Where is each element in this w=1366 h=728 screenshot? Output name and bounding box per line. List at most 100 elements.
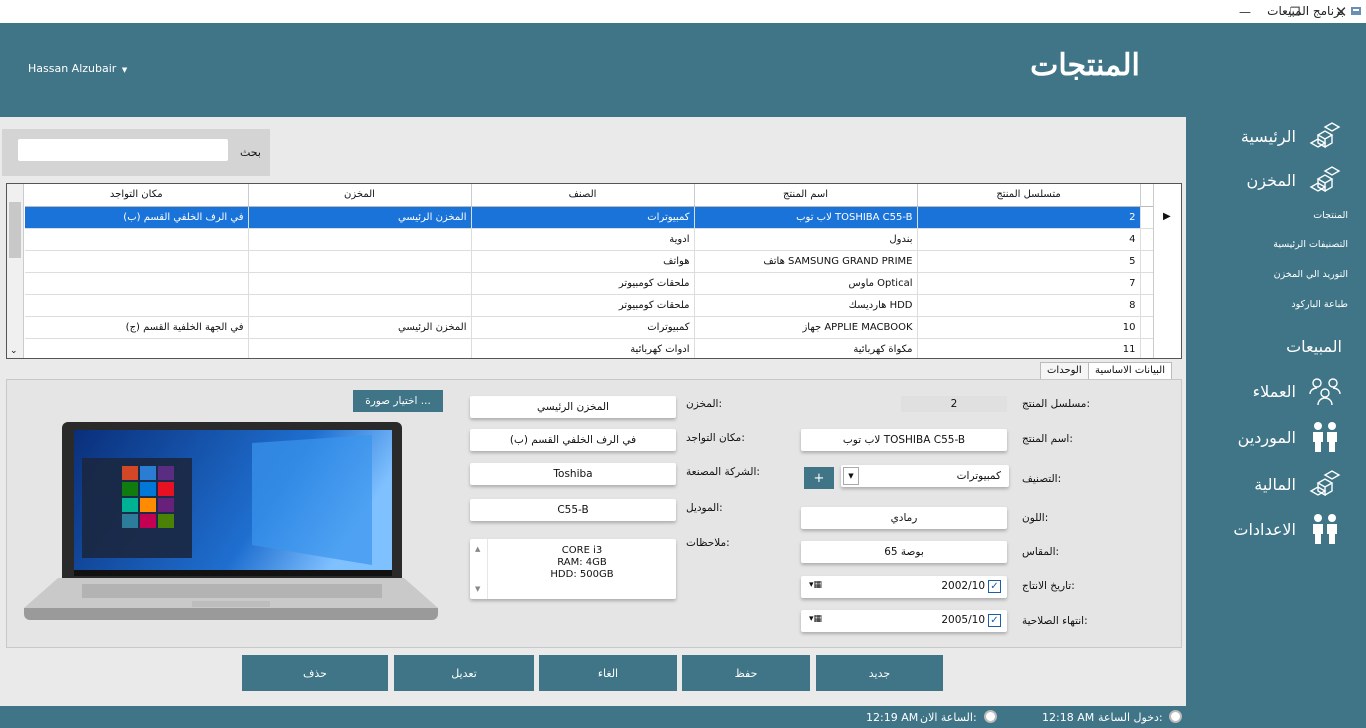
table-row[interactable]: ملحقات كومبيوتر ماوس Optical 7 [25,272,1160,295]
category-select[interactable]: كمبيوترات ▼ [841,465,1009,487]
sidebar-item-label: الموردين [1237,427,1296,447]
color-label: اللون: [1022,512,1049,524]
sidebar-item-home[interactable]: الرئيسية [1241,121,1342,151]
table-row[interactable]: ملحقات كومبيوتر هارديسك HDD 8 [25,294,1160,317]
save-button[interactable]: حفظ [682,655,810,691]
sidebar-item-label: المالية [1254,474,1296,494]
edit-button[interactable]: تعديل [394,655,534,691]
calendar-icon[interactable]: ▾▦ [809,614,822,624]
production-label: تاريخ الانتاج: [1022,580,1075,592]
table-cell: 4 [917,228,1141,251]
choose-image-button[interactable]: اختيار صورة ... [353,390,443,412]
expiry-date-picker[interactable]: ▾▦ 2005/10 ✓ [801,610,1007,632]
table-cell [25,250,249,273]
column-header[interactable]: مكان التواجد [25,184,249,207]
color-field[interactable]: رمادي [801,507,1007,529]
sidebar-subitem-barcode[interactable]: طباعة الباركود [1291,299,1348,310]
dropdown-arrow-icon[interactable]: ▼ [843,467,859,485]
people-icon [1308,514,1342,544]
sidebar-item-customers[interactable]: العملاء [1253,376,1342,406]
location-field[interactable]: في الرف الخلفي القسم (ب) [470,429,676,451]
delete-button[interactable]: حذف [242,655,388,691]
category-label: التصنيف: [1022,473,1062,485]
chevron-down-icon: ▼ [121,66,128,74]
store-field[interactable]: المخزن الرئيسي [470,396,676,418]
table-row[interactable]: في الجهة الخلفية القسم (ج) المخزن الرئيسي… [25,316,1160,339]
column-header[interactable]: متسلسل المنتج [917,184,1141,207]
sidebar-item-finance[interactable]: المالية [1254,469,1342,499]
close-button[interactable]: ✕ [1318,0,1364,23]
table-cell: 8 [917,294,1141,317]
notes-field[interactable]: ▲ ▼ CORE i3 RAM: 4GB HDD: 500GB [470,539,676,599]
size-field[interactable]: 65 بوصة [801,541,1007,563]
page-title: المنتجات [1030,48,1140,83]
search-input[interactable] [18,139,228,161]
sidebar-subitem-categories[interactable]: التصنيفات الرئيسية [1273,239,1348,250]
notes-line: RAM: 4GB [557,557,607,568]
table-cell: هواتف [471,250,695,273]
boxes-icon [1308,121,1342,151]
notes-label: ملاحظات: [686,537,730,549]
people-icon [1308,422,1342,452]
status-bar: دخول الساعة: 12:18 AM الساعة الان: 12:19… [0,706,1186,728]
store-label: المخزن: [686,398,723,410]
minimize-button[interactable]: — [1222,0,1268,23]
category-value: كمبيوترات [956,470,1001,482]
table-row[interactable]: هواتف هاتف SAMSUNG GRAND PRIME 5 [25,250,1160,273]
table-cell: في الجهة الخلفية القسم (ج) [25,316,249,339]
table-cell: هاتف SAMSUNG GRAND PRIME [694,250,918,273]
table-row[interactable]: ادوية بندول 4 [25,228,1160,251]
name-field[interactable]: لاب توب TOSHIBA C55-B [801,429,1007,451]
calendar-icon[interactable]: ▾▦ [809,580,822,590]
table-cell [248,294,472,317]
column-header[interactable]: المخزن [248,184,472,207]
boxes-icon [1308,165,1342,195]
add-category-button[interactable]: + [804,467,834,489]
notes-scrollbar[interactable]: ▲ ▼ [470,539,488,599]
table-cell [248,250,472,273]
grid-scrollbar[interactable]: ⌄ [7,184,24,358]
current-row-icon: ▶ [1163,211,1171,222]
new-button[interactable]: جديد [816,655,943,691]
maximize-button[interactable]: ❐ [1272,0,1318,23]
table-row[interactable]: ادوات كهربائية مكواة كهربائية 11 [25,338,1160,358]
sidebar-item-suppliers[interactable]: الموردين [1238,422,1342,452]
sidebar-item-label: الرئيسية [1240,126,1296,146]
maker-label: الشركة المصنعة: [686,466,760,478]
sidebar-subitem-supply[interactable]: التوريد الي المخزن [1274,269,1348,280]
cancel-button[interactable]: الغاء [539,655,677,691]
products-grid[interactable]: ⌄ مكان التواجد المخزن الصنف اسم المنتج م… [6,183,1182,359]
clock-icon [984,710,997,723]
table-cell: في الرف الخلفي القسم (ب) [25,206,249,229]
table-cell: المخزن الرئيسي [248,206,472,229]
tab-basic-data[interactable]: البيانات الاساسية [1088,362,1172,380]
maker-field[interactable]: Toshiba [470,463,676,485]
size-label: المقاس: [1022,546,1060,558]
search-label: بحث [240,146,261,159]
sidebar-item-store[interactable]: المخزن [1247,165,1342,195]
table-row[interactable]: في الرف الخلفي القسم (ب) المخزن الرئيسي كم… [25,206,1160,229]
products-table: مكان التواجد المخزن الصنف اسم المنتج متس… [25,184,1160,358]
production-date-picker[interactable]: ▾▦ 2002/10 ✓ [801,576,1007,598]
table-cell [25,228,249,251]
table-cell: ملحقات كومبيوتر [471,272,695,295]
expiry-label: انتهاء الصلاحية: [1022,615,1088,627]
table-cell: كمبيوترات [471,206,695,229]
location-label: مكان التواجد: [686,432,745,444]
expiry-checkbox[interactable]: ✓ [988,614,1001,627]
chevron-down-icon[interactable]: ⌄ [10,346,18,356]
row-header: ▶ [1153,184,1181,358]
tab-units[interactable]: الوحدات [1040,362,1089,380]
user-menu[interactable]: Hassan Alzubair ▼ [28,62,127,75]
table-cell [248,338,472,358]
table-cell: جهاز APPLIE MACBOOK [694,316,918,339]
sidebar-item-settings[interactable]: الاعدادات [1233,514,1342,544]
name-label: اسم المنتج: [1022,433,1073,445]
sidebar-item-sales[interactable]: المبيعات [1286,337,1342,356]
sidebar-subitem-products[interactable]: المنتجات [1313,210,1348,221]
model-field[interactable]: C55-B [470,499,676,521]
column-header[interactable]: الصنف [471,184,695,207]
column-header[interactable]: اسم المنتج [694,184,918,207]
sidebar-item-label: المخزن [1246,170,1296,190]
production-checkbox[interactable]: ✓ [988,580,1001,593]
